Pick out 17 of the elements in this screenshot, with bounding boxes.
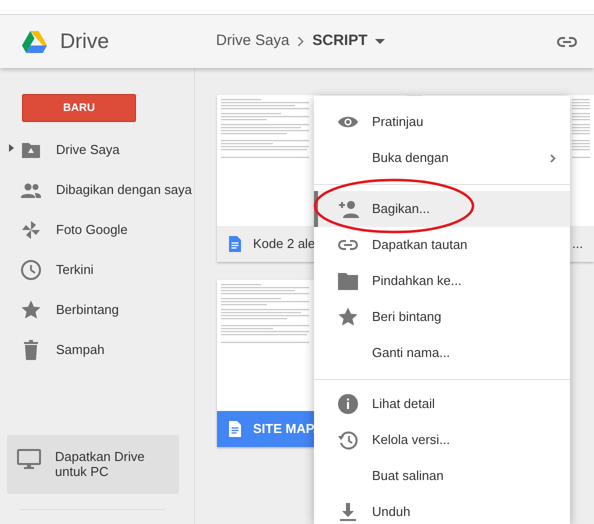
promo-panel[interactable]: Dapatkan Drive untuk PC (7, 435, 179, 494)
file-name: ... (572, 235, 583, 254)
menu-item[interactable]: Unduh (314, 494, 570, 524)
sidebar-item[interactable]: Berbintang (56, 300, 119, 320)
app-name: Drive (60, 28, 110, 55)
current-folder[interactable]: SCRIPT (312, 30, 368, 53)
sidebar-item[interactable]: Dibagikan dengan saya (56, 180, 192, 200)
sidebar-item[interactable]: Drive Saya (56, 140, 120, 160)
breadcrumb-link[interactable]: Drive Saya (216, 30, 290, 53)
sidebar-item[interactable]: Terkini (56, 260, 94, 280)
sidebar-item[interactable]: Foto Google (56, 220, 128, 240)
new-button[interactable]: BARU (22, 94, 136, 122)
menu-item[interactable]: Bagikan... (314, 191, 570, 227)
sidebar-item[interactable]: Sampah (56, 340, 104, 360)
file-name: Kode 2 ale (253, 235, 316, 254)
menu-item[interactable]: Buat salinan (314, 458, 570, 494)
file-name: SITE MAP. (253, 420, 316, 438)
